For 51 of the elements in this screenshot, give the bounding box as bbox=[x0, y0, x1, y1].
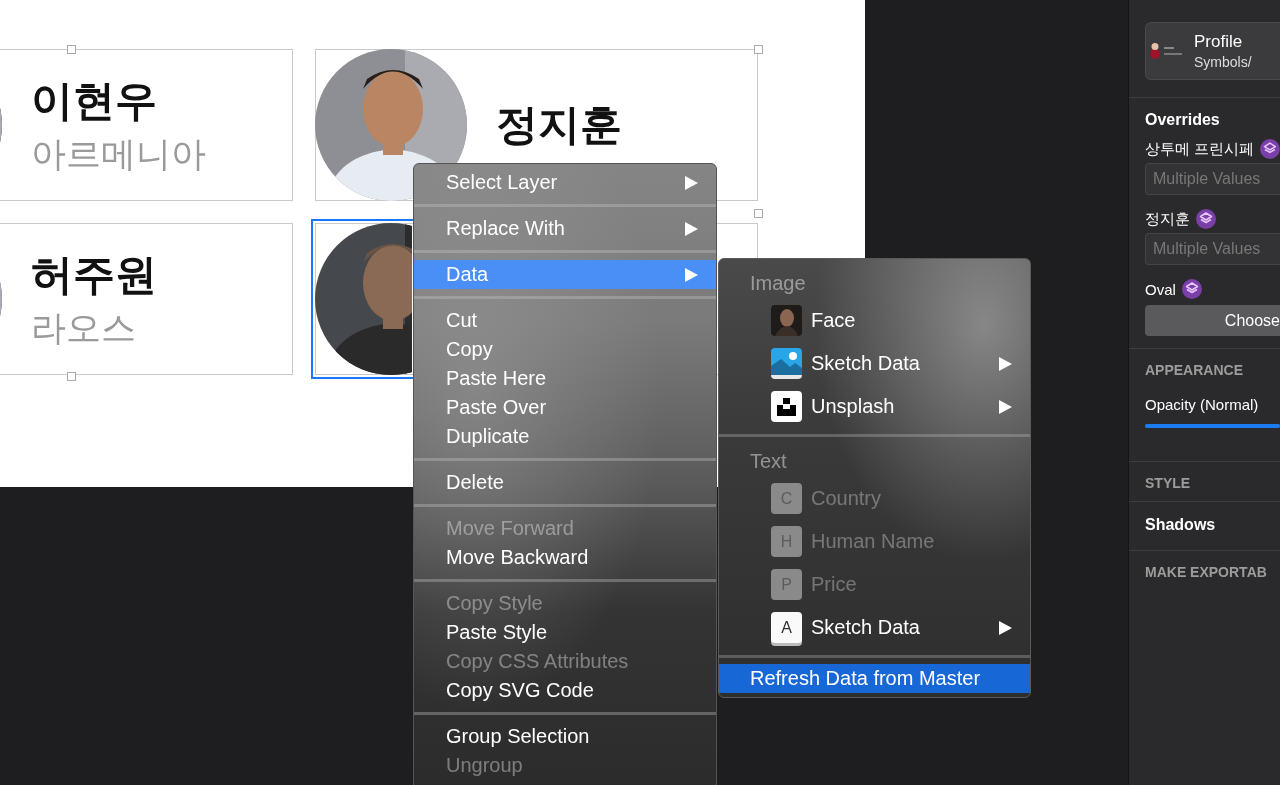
menu-item[interactable]: A Sketch Data bbox=[719, 606, 1030, 649]
symbol-card[interactable]: Profile Symbols/ bbox=[1145, 22, 1280, 80]
menu-item[interactable]: Paste Style bbox=[414, 618, 716, 647]
resize-handle[interactable] bbox=[754, 45, 763, 54]
override-label: Oval bbox=[1145, 280, 1176, 298]
menu-item[interactable]: Face bbox=[719, 299, 1030, 342]
shadows-label: Shadows bbox=[1145, 516, 1217, 534]
override-label: 상투메 프린시페 bbox=[1145, 139, 1255, 159]
choose-button[interactable]: Choose bbox=[1145, 305, 1280, 336]
layers-icon bbox=[1260, 139, 1280, 159]
country-name: 라오스 bbox=[31, 309, 137, 345]
person-name: 정지훈 bbox=[496, 104, 622, 146]
input-field[interactable]: Multiple Values bbox=[1145, 233, 1280, 265]
section-heading: Text bbox=[749, 449, 788, 474]
menu-item[interactable]: Copy SVG Code bbox=[414, 676, 716, 705]
resize-handle[interactable] bbox=[67, 45, 76, 54]
menu-item[interactable]: Sketch Data bbox=[719, 342, 1030, 385]
section-title: Overrides bbox=[1145, 111, 1221, 129]
person-name: 허주원 bbox=[31, 253, 157, 296]
section-heading: MAKE EXPORTAB bbox=[1145, 564, 1268, 580]
menu-item[interactable]: Group Selection bbox=[414, 722, 716, 751]
menu-item[interactable]: Move Backward bbox=[414, 543, 716, 572]
opacity-slider[interactable] bbox=[1145, 424, 1280, 428]
section-heading: APPEARANCE bbox=[1145, 362, 1244, 378]
menu-item[interactable]: Delete bbox=[414, 468, 716, 497]
menu-item[interactable]: Refresh Data from Master bbox=[719, 664, 1030, 693]
override-label: 정지훈 bbox=[1145, 209, 1190, 229]
symbol-name: Profile bbox=[1194, 32, 1244, 52]
menu-item[interactable]: Data bbox=[414, 260, 716, 289]
person-name: 이현우 bbox=[31, 79, 158, 122]
menu-item[interactable]: Unsplash bbox=[719, 385, 1030, 428]
layers-icon bbox=[1181, 279, 1202, 299]
unsplash-logo-icon bbox=[771, 391, 802, 422]
letter-icon: A bbox=[771, 612, 802, 643]
menu-item[interactable]: Select Layer bbox=[414, 168, 716, 197]
opacity-label: Opacity (Normal) bbox=[1145, 394, 1260, 415]
menu-item[interactable]: Copy bbox=[414, 335, 716, 364]
section-heading: Image bbox=[749, 271, 807, 296]
section-heading: STYLE bbox=[1145, 475, 1192, 491]
input-field[interactable]: Multiple Values bbox=[1145, 163, 1280, 195]
resize-handle[interactable] bbox=[67, 372, 76, 381]
menu-item[interactable]: Paste Over bbox=[414, 393, 716, 422]
country-name: 아르메니아 bbox=[31, 135, 206, 171]
menu-item[interactable]: Replace With bbox=[414, 214, 716, 243]
resize-handle[interactable] bbox=[754, 209, 763, 218]
image-icon bbox=[771, 348, 802, 379]
symbol-path: Symbols/ bbox=[1194, 54, 1252, 70]
layers-icon bbox=[1196, 209, 1216, 229]
menu-item[interactable]: Cut bbox=[414, 306, 716, 335]
menu-item[interactable]: Paste Here bbox=[414, 364, 716, 393]
menu-item[interactable]: Duplicate bbox=[414, 422, 716, 451]
